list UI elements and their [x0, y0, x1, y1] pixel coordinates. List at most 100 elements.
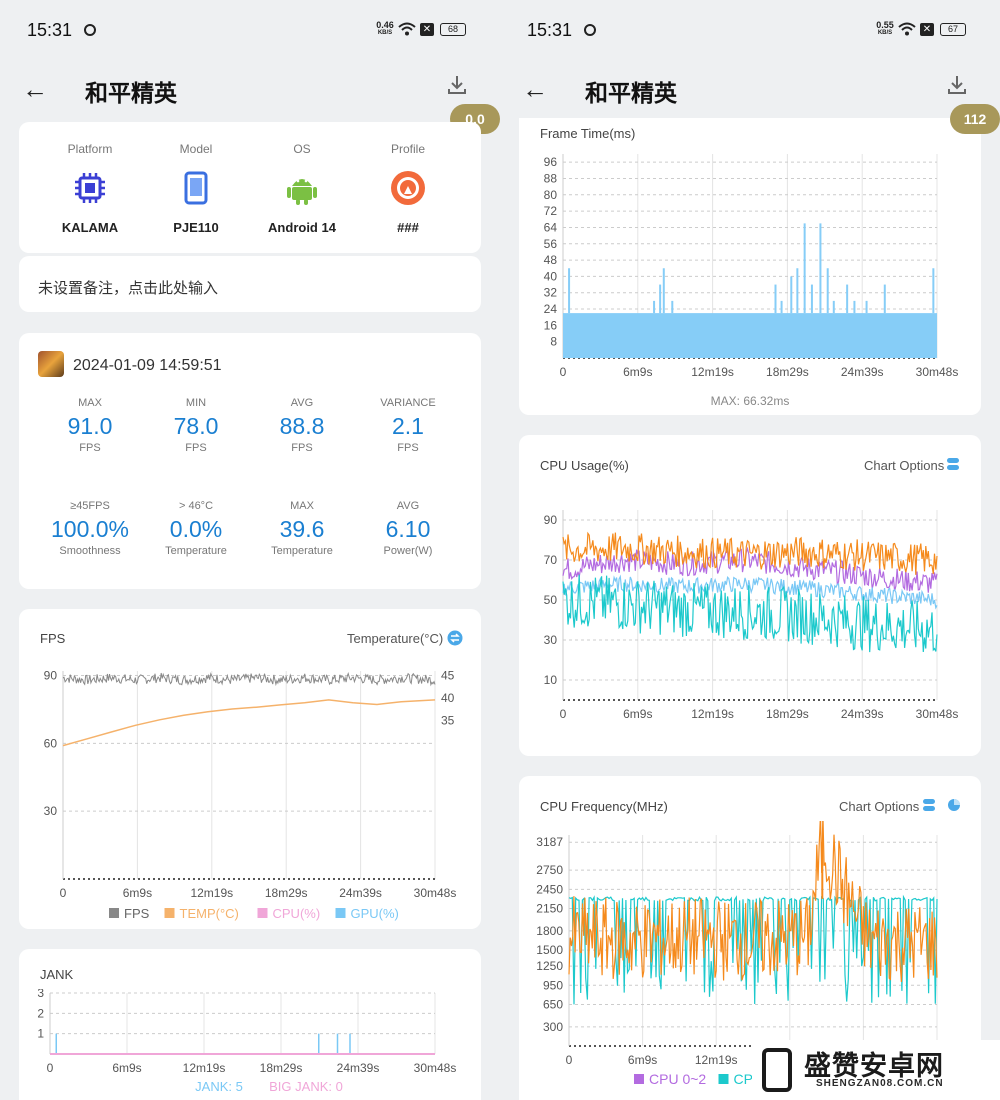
- device-info-card: Platform KALAMA Model PJE110 OS Android …: [19, 122, 481, 253]
- x-tick-label: 30m48s: [414, 1061, 457, 1075]
- notification-dot-icon: [584, 24, 596, 36]
- note-placeholder: 未设置备注，点击此处输入: [38, 280, 219, 297]
- back-arrow-icon[interactable]: ←: [22, 76, 48, 102]
- fps-series-line: [62, 672, 436, 687]
- profile-icon: [391, 171, 425, 205]
- y-tick-label: 64: [544, 220, 558, 234]
- y-tick-label: 48: [544, 253, 558, 267]
- note-card[interactable]: 未设置备注，点击此处输入: [19, 256, 481, 312]
- x-tick-label: 18m29s: [766, 365, 809, 379]
- y-tick-label: 3187: [536, 835, 563, 849]
- cpu-usage-card: CPU Usage(%) Chart Options 0 6m9s 12m19s 18…: [519, 435, 981, 756]
- jank-chart: 0 6m9s 12m19s 18m29s 24m39s 30m48s 1 2 3 JANK: 5 B…: [37, 989, 457, 1094]
- stat-max-temp: MAX 39.6 Temperature: [271, 500, 333, 557]
- legend-label: GPU(%): [351, 906, 399, 921]
- legend-swatch: [164, 908, 175, 918]
- back-arrow-icon[interactable]: ←: [522, 76, 548, 102]
- status-bar: 15:31 0.46 KB/S ✕ 68: [0, 0, 500, 58]
- y-tick-label: 16: [544, 318, 558, 332]
- jank-count: JANK: 5: [195, 1079, 243, 1094]
- jank-chart-card: JANK 0 6m9s 12m19s 18m29s 24m39s 30m48s 1 2 3 JAN…: [19, 949, 481, 1100]
- x-tick-label: 6m9s: [112, 1061, 141, 1075]
- chart-options-button[interactable]: Chart Options: [839, 799, 919, 814]
- y-tick-label: 2150: [536, 902, 563, 916]
- y-tick-label: 56: [544, 237, 558, 251]
- swap-axis-icon[interactable]: [447, 630, 463, 646]
- profile-info: Profile ###: [390, 142, 425, 235]
- stat-min-fps: MIN 78.0 FPS: [173, 397, 219, 454]
- watermark-logo: 盛赞安卓网 SHENGZAN08.COM.CN: [752, 1040, 1000, 1100]
- x-tick-label: 6m9s: [623, 707, 652, 721]
- y2-tick-label: 35: [441, 714, 455, 728]
- temperature-label: Temperature(°C): [347, 631, 444, 646]
- stat-smoothness: ≥45FPS 100.0% Smoothness: [50, 500, 129, 557]
- battery-icon: 68: [440, 23, 466, 36]
- phone-icon: [184, 171, 208, 205]
- x-tick-label: 18m29s: [766, 707, 809, 721]
- jank-chart-title: JANK: [40, 967, 74, 982]
- y-tick-label: 30: [544, 633, 558, 647]
- legend-swatch: [634, 1074, 644, 1084]
- score-badge: 112: [950, 104, 1000, 134]
- x-tick-label: 0: [60, 886, 67, 900]
- legend-swatch: [257, 908, 268, 918]
- sim-off-icon: ✕: [920, 23, 934, 36]
- x-tick-label: 0: [560, 707, 567, 721]
- frame-time-max: MAX: 66.32ms: [710, 394, 790, 408]
- x-tick-label: 6m9s: [623, 365, 652, 379]
- y-tick-label: 1: [37, 1027, 44, 1041]
- x-tick-label: 0: [47, 1061, 54, 1075]
- legend-swatch: [109, 908, 119, 918]
- x-tick-label: 12m19s: [183, 1061, 226, 1075]
- right-screen: 15:31 0.55 KB/S ✕ 67 ← 和平精英 Frame Time(ms…: [500, 0, 1000, 1100]
- status-bar: 15:31 0.55 KB/S ✕ 67: [500, 0, 1000, 58]
- chart-options-icon[interactable]: [946, 457, 960, 471]
- x-tick-label: 12m19s: [691, 365, 734, 379]
- legend-swatch: [335, 908, 346, 918]
- network-rate: 0.46 KB/S: [376, 20, 394, 37]
- y-tick-label: 24: [544, 302, 558, 316]
- x-tick-label: 18m29s: [265, 886, 308, 900]
- chart-options-icon[interactable]: [922, 798, 936, 812]
- x-tick-label: 6m9s: [123, 886, 152, 900]
- download-icon[interactable]: [946, 74, 968, 96]
- fps-temp-chart: 0 6m9s 12m19s 18m29s 24m39s 30m48s 30 60 90 35 40 4…: [44, 669, 457, 921]
- cpu-frequency-title: CPU Frequency(MHz): [540, 799, 668, 814]
- y-tick-label: 72: [544, 204, 558, 218]
- y-tick-label: 88: [544, 171, 558, 185]
- game-thumbnail: [38, 351, 64, 377]
- chart-options-button[interactable]: Chart Options: [864, 458, 944, 473]
- y-tick-label: 650: [543, 997, 563, 1011]
- y-tick-label: 70: [544, 553, 558, 567]
- legend-label: TEMP(°C): [180, 906, 239, 921]
- y-tick-label: 1800: [536, 924, 563, 938]
- frame-time-area: [563, 313, 937, 358]
- platform-info: Platform KALAMA: [61, 142, 119, 235]
- y-tick-label: 1500: [536, 943, 563, 957]
- y-tick-label: 1250: [536, 959, 563, 973]
- chip-icon: [75, 173, 105, 203]
- notification-dot-icon: [84, 24, 96, 36]
- android-icon: [287, 179, 317, 205]
- status-time: 15:31: [527, 20, 573, 40]
- wifi-icon: [398, 22, 416, 36]
- x-tick-label: 24m39s: [841, 365, 884, 379]
- pie-chart-icon[interactable]: [947, 798, 961, 812]
- stat-variance: VARIANCE 2.1 FPS: [380, 397, 436, 454]
- download-icon[interactable]: [446, 74, 468, 96]
- temp-series-line: [62, 699, 436, 747]
- model-info: Model PJE110: [173, 142, 219, 235]
- x-tick-label: 24m39s: [339, 886, 382, 900]
- x-tick-label: 18m29s: [260, 1061, 303, 1075]
- stats-card: 2024-01-09 14:59:51 MAX 91.0 FPS MIN 78.0 FP…: [19, 333, 481, 589]
- x-tick-label: 12m19s: [691, 707, 734, 721]
- network-rate: 0.55 KB/S: [876, 20, 894, 37]
- x-tick-label: 24m39s: [841, 707, 884, 721]
- legend-label: FPS: [124, 906, 150, 921]
- watermark-url: SHENGZAN08.COM.CN: [816, 1078, 944, 1089]
- y-tick-label: 60: [44, 736, 58, 750]
- stat-avg-power: AVG 6.10 Power(W): [383, 500, 433, 557]
- y-tick-label: 8: [550, 335, 557, 349]
- y-tick-label: 2: [37, 1006, 44, 1020]
- x-tick-label: 6m9s: [628, 1053, 657, 1067]
